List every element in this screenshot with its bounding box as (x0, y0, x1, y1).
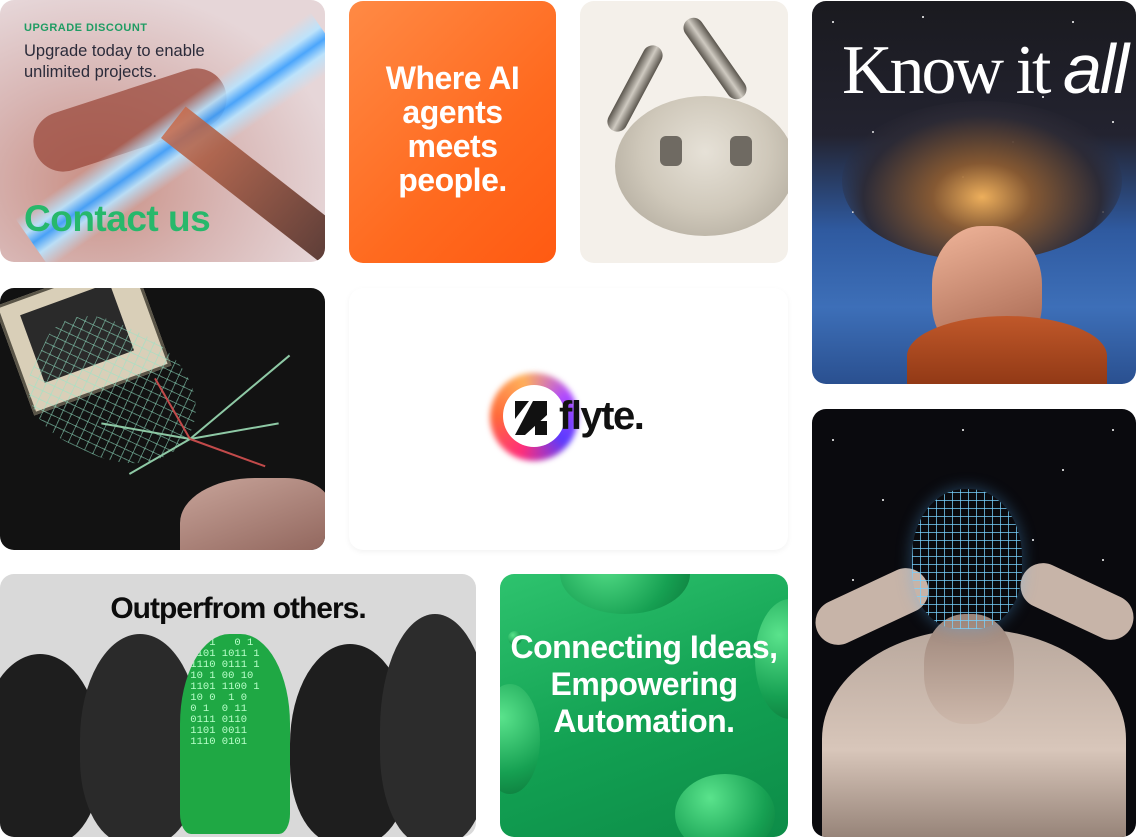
wireframe-head-card[interactable] (812, 409, 1136, 837)
plug-image-card[interactable] (580, 1, 788, 263)
card-headline: Upgrade today to enable unlimited projec… (24, 42, 205, 81)
contact-us-link[interactable]: Contact us (24, 198, 211, 240)
body-illustration (907, 316, 1107, 384)
socket-illustration (615, 96, 788, 236)
card-headline: Connecting Ideas, Empowering Automation. (510, 629, 778, 739)
ai-agents-card[interactable]: Where AI agents meets people. (349, 1, 556, 263)
wireframe-hand-card[interactable] (0, 288, 325, 550)
card-kicker: UPGRADE DISCOUNT (24, 22, 148, 34)
automation-card[interactable]: Connecting Ideas, Empowering Automation. (500, 574, 788, 837)
hand-illustration (180, 478, 325, 550)
card-title: Outperfrom others. (110, 592, 366, 625)
know-it-all-card[interactable]: Know it all (812, 1, 1136, 384)
card-title: Know it all (842, 30, 1129, 109)
upgrade-discount-card[interactable]: UPGRADE DISCOUNT Upgrade today to enable… (0, 0, 325, 262)
outperform-card[interactable]: 0 1 0 1 1101 1011 1 1110 0111 1 10 1 00 … (0, 574, 476, 837)
plug-pin-right (679, 13, 751, 104)
card-headline: Where AI agents meets people. (385, 60, 520, 198)
wireframe-head-illustration (912, 489, 1022, 629)
face-illustration (924, 614, 1014, 724)
brand-logo-card[interactable]: flyte. (349, 288, 788, 550)
brand-wordmark: flyte. (559, 394, 645, 438)
flyte-mark-icon (515, 401, 547, 435)
binary-silhouette-illustration: 0 1 0 1 1101 1011 1 1110 0111 1 10 1 00 … (180, 634, 290, 834)
